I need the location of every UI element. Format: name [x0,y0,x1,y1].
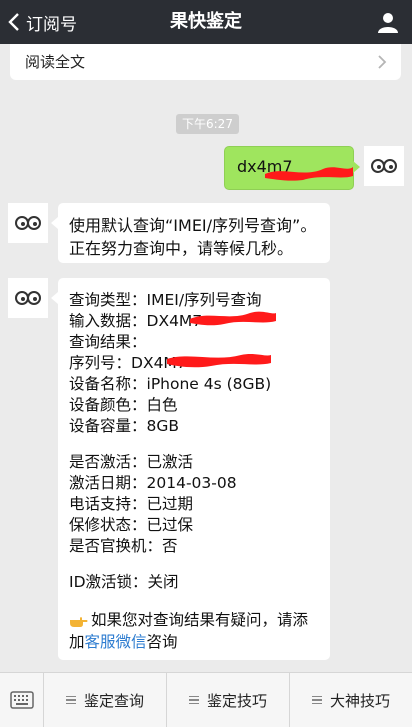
result-label: 设备容量： [69,417,147,435]
result-note-text: 加 [69,633,85,651]
read-full-article-card[interactable]: 阅读全文 [10,44,401,80]
result-value: 2014-03-08 [146,474,237,492]
bot-avatar[interactable] [8,278,48,318]
result-label: 设备名称： [69,375,147,393]
reply-line: 正在努力查询中，请等候几秒。 [69,239,294,258]
result-row-activation-date: 激活日期：2014-03-08 [69,471,237,493]
menu-label: 鉴定查询 [83,691,144,710]
result-note-line: 如果您对查询结果有疑问，请添 [69,608,308,630]
customer-service-wechat-link[interactable]: 客服微信 [85,633,147,651]
menu-appraisal-tips[interactable]: 鉴定技巧 [167,673,290,727]
result-row-activated: 是否激活：已激活 [69,450,193,472]
menu-expert-tips[interactable]: 大神技巧 [290,673,412,727]
result-row-input: 输入数据：DX4M7 [69,309,202,331]
redaction-mark [167,354,271,368]
bottom-menu-bar: 鉴定查询 鉴定技巧 大神技巧 [0,672,412,727]
message-timestamp: 下午6:27 [176,114,239,134]
pointing-hand-icon [70,616,88,627]
redaction-mark [265,167,353,181]
result-row-capacity: 设备容量：8GB [69,414,179,436]
nav-bar: 订阅号 果快鉴定 [0,0,412,44]
result-label: ID激活锁： [69,573,148,591]
menu-label: 鉴定技巧 [206,691,267,710]
result-label: 电话支持： [69,495,147,513]
menu-list-icon [311,694,322,707]
read-full-article-link[interactable]: 阅读全文 [25,51,85,72]
menu-appraisal-query[interactable]: 鉴定查询 [44,673,167,727]
result-row-device: 设备名称：iPhone 4s (8GB) [69,372,271,394]
result-value: 白色 [146,396,178,414]
result-value: 已过期 [146,495,194,513]
keyboard-icon [9,691,34,709]
result-value: 关闭 [147,573,179,591]
result-note-line: 加客服微信咨询 [69,630,178,652]
result-row-heading: 查询结果： [69,330,147,352]
menu-label: 大神技巧 [329,691,390,710]
reply-bubble-status[interactable]: 使用默认查询“IMEI/序列号查询”。 正在努力查询中，请等候几秒。 [51,203,330,263]
menu-list-icon [188,694,199,707]
result-row-idlock: ID激活锁：关闭 [69,570,179,592]
result-label: 是否官换机： [69,537,163,555]
result-row-replacement: 是否官换机：否 [69,534,178,556]
result-value: 已过保 [146,516,194,534]
avatar-icon [371,159,397,173]
result-label: 输入数据： [69,312,147,330]
result-row-color: 设备颜色：白色 [69,393,178,415]
user-avatar[interactable] [364,146,404,186]
redaction-mark [190,311,276,326]
result-label: 是否激活： [69,453,147,471]
result-value: 已激活 [146,453,194,471]
result-label: 设备颜色： [69,396,147,414]
result-label: 查询结果： [69,333,147,351]
result-label: 查询类型： [69,291,147,309]
result-row-phone-support: 电话支持：已过期 [69,492,193,514]
page-title: 果快鉴定 [170,11,242,32]
reply-line: 使用默认查询“IMEI/序列号查询”。 [69,216,317,235]
chevron-right-icon [378,55,387,69]
result-label: 序列号： [69,354,132,372]
bot-avatar[interactable] [8,203,48,243]
menu-list-icon [65,694,76,707]
result-value: 否 [162,537,178,555]
result-label: 激活日期： [69,474,147,492]
result-note-text: 咨询 [146,633,178,651]
keyboard-toggle-button[interactable] [0,673,44,727]
result-value: iPhone 4s (8GB) [146,375,272,393]
result-label: 保修状态： [69,516,147,534]
user-profile-icon[interactable] [376,10,400,34]
avatar-icon [15,216,41,230]
result-row-warranty: 保修状态：已过保 [69,513,193,535]
reply-bubble-result[interactable]: 查询类型：IMEI/序列号查询 输入数据：DX4M7 查询结果： 序列号：DX4… [51,278,330,660]
result-value: 8GB [146,417,180,435]
result-note-text: 如果您对查询结果有疑问，请添 [91,611,309,629]
avatar-icon [15,291,41,305]
